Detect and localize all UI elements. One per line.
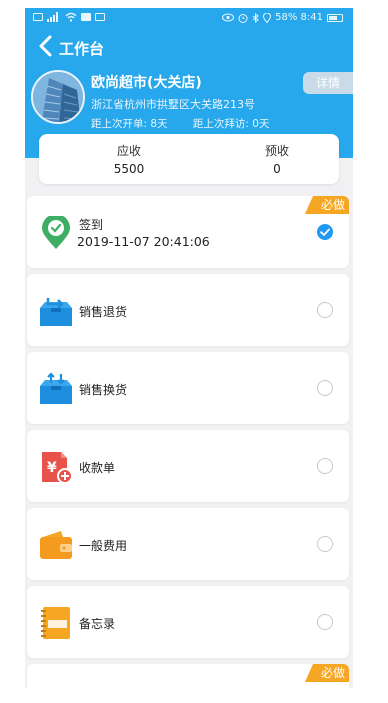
task-card-checkin[interactable]: 必做 签到 2019-11-07 20:41:06	[27, 196, 349, 268]
unchecked-radio[interactable]	[317, 536, 333, 552]
phone-screen: 58% 8:41 工作台 欧尚超市(大关店) 浙江省杭州市拱墅区大关路213号	[25, 8, 353, 688]
receivable-column: 应收 5500	[69, 142, 189, 176]
task-label: 一般费用	[79, 539, 128, 553]
store-address: 浙江省杭州市拱墅区大关路213号	[91, 98, 255, 111]
task-card-sales-return[interactable]: 销售退货	[27, 274, 349, 346]
status-left-icons	[33, 12, 105, 22]
checked-icon[interactable]	[317, 224, 333, 240]
prepaid-label: 预收	[264, 144, 289, 158]
task-label: 销售换货	[79, 383, 128, 397]
last-order-text: 距上次开单: 8天	[91, 118, 168, 130]
task-card-sales-exchange[interactable]: 销售换货	[27, 352, 349, 424]
alarm-icon	[238, 13, 248, 23]
building-image-icon	[33, 72, 83, 122]
unchecked-radio[interactable]	[317, 380, 333, 396]
svg-text:¥: ¥	[47, 460, 57, 476]
required-ribbon: 必做	[304, 664, 349, 682]
required-ribbon: 必做	[304, 196, 349, 214]
box-exchange-icon	[40, 372, 72, 404]
box-return-icon	[40, 298, 72, 326]
receivable-label: 应收	[116, 144, 141, 158]
checkin-time: 2019-11-07 20:41:06	[77, 234, 210, 249]
app-notification-icon-2	[95, 13, 105, 21]
balance-summary-card: 应收 5500 预收 0	[39, 134, 339, 184]
store-name: 欧尚超市(大关店)	[91, 75, 202, 91]
task-label: 销售退货	[79, 305, 128, 319]
status-right: 58% 8:41	[222, 12, 343, 23]
box-icon	[39, 684, 73, 688]
store-visit-stats: 距上次开单: 8天 距上次拜访: 0天	[91, 116, 269, 131]
wallet-icon	[40, 531, 72, 559]
unchecked-radio[interactable]	[317, 614, 333, 630]
location-icon	[263, 12, 272, 23]
prepaid-column: 预收 0	[217, 142, 337, 176]
bluetooth-icon	[252, 12, 259, 23]
store-info: 欧尚超市(大关店) 浙江省杭州市拱墅区大关路213号 距上次开单: 8天 距上次…	[25, 68, 353, 131]
nav-bar: 工作台	[25, 30, 353, 62]
prepaid-value: 0	[273, 162, 281, 176]
store-avatar	[31, 70, 85, 124]
receivable-value: 5500	[113, 162, 145, 176]
sim-icon	[33, 13, 43, 21]
task-label: 备忘录	[79, 617, 116, 631]
eye-icon	[222, 13, 235, 22]
task-card-partial[interactable]: 必做	[27, 664, 349, 688]
unchecked-radio[interactable]	[317, 302, 333, 318]
wifi-icon	[65, 12, 77, 22]
status-bar: 58% 8:41	[25, 8, 353, 28]
task-card-memo[interactable]: 备忘录	[27, 586, 349, 658]
signal-icon	[47, 12, 58, 22]
location-check-icon	[42, 216, 70, 249]
unchecked-radio[interactable]	[317, 458, 333, 474]
task-card-receipt[interactable]: ¥ 收款单	[27, 430, 349, 502]
detail-button[interactable]: 详情	[303, 72, 353, 94]
yuan-receipt-icon: ¥	[42, 452, 73, 484]
last-visit-text: 距上次拜访: 0天	[192, 118, 270, 130]
battery-percent-time: 58% 8:41	[275, 12, 323, 23]
task-label: 收款单	[79, 461, 116, 475]
battery-icon	[327, 13, 343, 22]
task-card-general-expense[interactable]: 一般费用	[27, 508, 349, 580]
app-notification-icon	[81, 13, 91, 21]
page-title: 工作台	[59, 40, 105, 58]
notebook-icon	[41, 607, 70, 639]
task-label: 签到	[79, 218, 104, 232]
back-arrow-icon[interactable]	[35, 34, 57, 58]
